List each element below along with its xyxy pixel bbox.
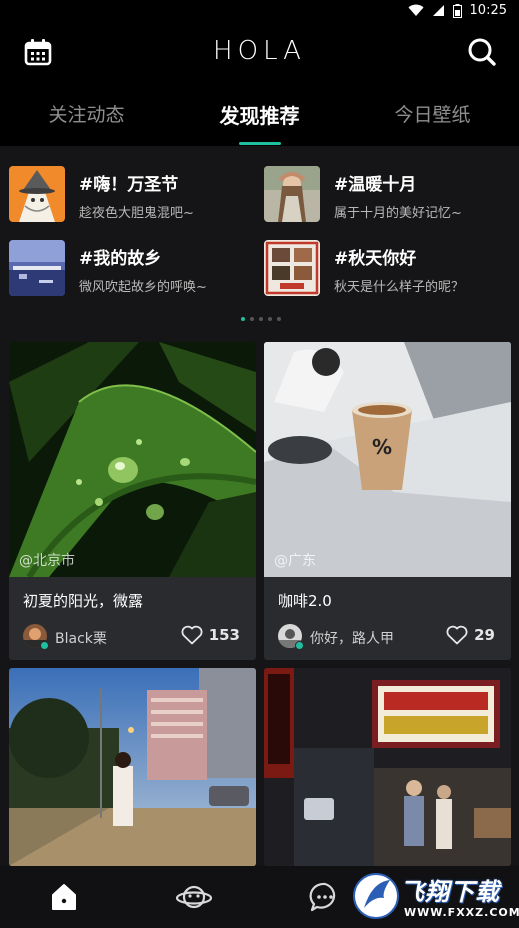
top-tabs: 关注动态 发现推荐 今日壁纸 — [0, 84, 519, 146]
topic-item[interactable]: #嗨！万圣节 趁夜色大胆鬼混吧~ — [9, 166, 259, 224]
like-count: 153 — [208, 626, 240, 644]
carousel-dot — [277, 317, 281, 321]
status-icons: 10:25 — [408, 3, 507, 18]
post-image[interactable]: % — [264, 342, 511, 577]
carousel-dot — [268, 317, 272, 321]
chat-icon[interactable] — [308, 880, 342, 914]
tab-discover[interactable]: 发现推荐 — [173, 100, 346, 129]
topic-subtitle: 微风吹起故乡的呼唤~ — [79, 280, 207, 295]
carousel-dot — [250, 317, 254, 321]
app-header: HOLA — [0, 22, 519, 84]
post-title: 咖啡2.0 — [278, 592, 332, 610]
like-button[interactable]: 153 — [181, 625, 240, 645]
topic-item[interactable]: #我的故乡 微风吹起故乡的呼唤~ — [9, 240, 259, 298]
topic-carousel[interactable]: #嗨！万圣节 趁夜色大胆鬼混吧~ #温暖十月 属于十月的美好记忆~ #我的故乡 … — [0, 166, 519, 306]
post-image[interactable] — [9, 342, 256, 577]
topic-title: #我的故乡 — [79, 249, 162, 269]
topic-thumbnail — [264, 240, 320, 296]
heart-icon — [446, 625, 468, 645]
tab-following[interactable]: 关注动态 — [0, 100, 173, 127]
topic-title: #温暖十月 — [334, 175, 417, 195]
post-author[interactable]: 你好，路人甲 — [310, 628, 394, 648]
post-title: 初夏的阳光，微露 — [23, 592, 144, 610]
carousel-indicator — [241, 317, 281, 321]
discover-feed[interactable]: #嗨！万圣节 趁夜色大胆鬼混吧~ #温暖十月 属于十月的美好记忆~ #我的故乡 … — [0, 146, 519, 866]
topic-thumbnail — [264, 166, 320, 222]
tab-indicator — [239, 142, 281, 145]
search-icon[interactable] — [467, 37, 497, 67]
status-time: 10:25 — [469, 3, 507, 18]
planet-icon[interactable] — [175, 880, 213, 914]
status-bar: 10:25 — [0, 0, 519, 22]
post-author[interactable]: Black栗 — [55, 628, 107, 648]
watermark-url: WWW.FXXZ.COM — [404, 906, 519, 919]
wifi-icon — [408, 4, 424, 16]
topic-title: #嗨！万圣节 — [79, 175, 179, 195]
topic-thumbnail — [9, 166, 65, 222]
signal-icon — [432, 5, 444, 16]
post-image[interactable] — [264, 668, 511, 866]
post-image[interactable] — [9, 668, 256, 866]
post-location: @北京市 — [19, 553, 75, 569]
tab-wallpaper[interactable]: 今日壁纸 — [346, 100, 519, 127]
topic-item[interactable]: #温暖十月 属于十月的美好记忆~ — [264, 166, 514, 224]
topic-thumbnail — [9, 240, 65, 296]
battery-icon — [452, 3, 462, 18]
home-icon[interactable] — [47, 880, 81, 914]
watermark-logo: 飞翔下载 WWW.FXXZ.COM — [352, 868, 519, 926]
topic-subtitle: 秋天是什么样子的呢？ — [334, 280, 465, 295]
post-card[interactable]: % @广东 咖啡2.0 你好，路人甲 29 — [264, 342, 511, 660]
post-location: @广东 — [274, 553, 316, 569]
heart-icon — [181, 625, 203, 645]
topic-title: #秋天你好 — [334, 249, 417, 269]
bottom-nav: 飞翔下载 WWW.FXXZ.COM — [0, 866, 519, 928]
app-logo: HOLA — [213, 36, 306, 66]
svg-text:%: % — [372, 435, 392, 459]
carousel-dot — [241, 317, 245, 321]
watermark-text: 飞翔下载 — [400, 878, 500, 906]
post-card[interactable]: @北京市 初夏的阳光，微露 Black栗 153 — [9, 342, 256, 660]
verified-badge — [40, 641, 49, 650]
like-button[interactable]: 29 — [446, 625, 495, 645]
topic-subtitle: 属于十月的美好记忆~ — [334, 206, 462, 221]
verified-badge — [295, 641, 304, 650]
like-count: 29 — [474, 626, 495, 644]
post-card[interactable] — [9, 668, 256, 866]
post-card[interactable] — [264, 668, 511, 866]
carousel-dot — [259, 317, 263, 321]
topic-item[interactable]: #秋天你好 秋天是什么样子的呢？ — [264, 240, 514, 298]
topic-subtitle: 趁夜色大胆鬼混吧~ — [79, 206, 194, 221]
